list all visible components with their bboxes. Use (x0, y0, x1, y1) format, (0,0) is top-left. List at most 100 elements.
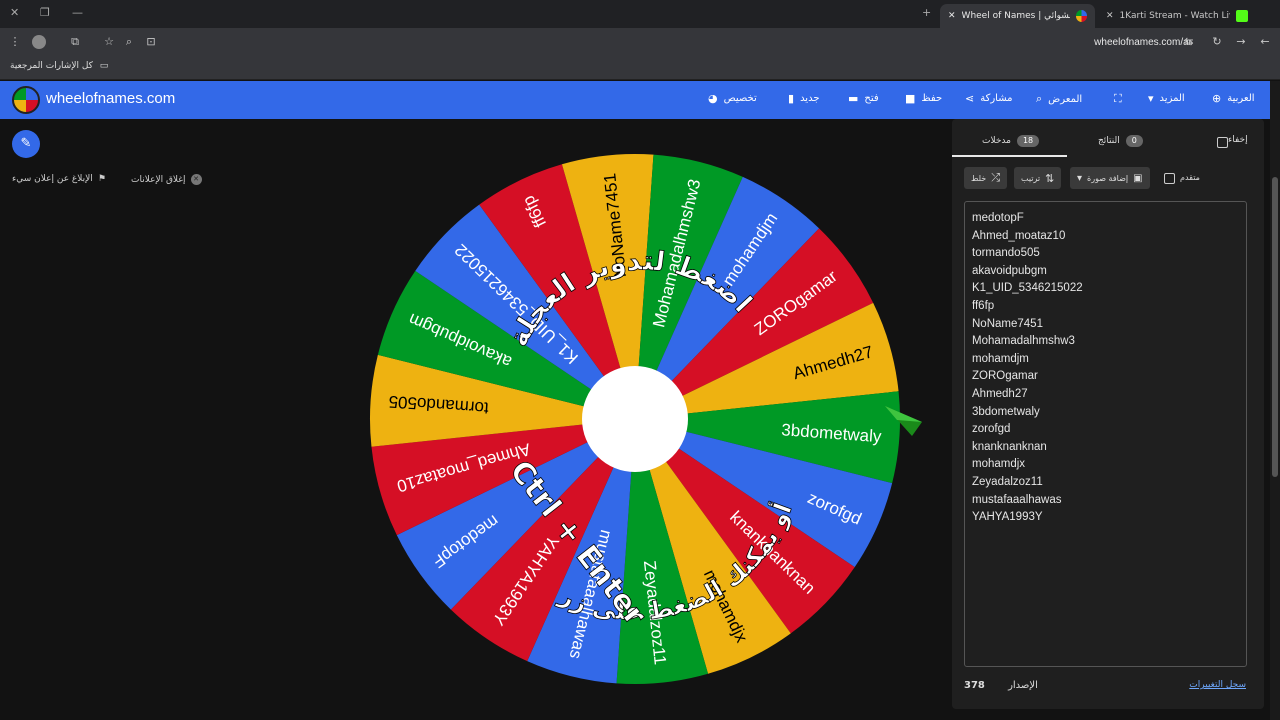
address-bar[interactable]: wheelofnames.com/ar (1094, 37, 1192, 48)
shuffle-button[interactable]: خلط ⤮ (964, 167, 1007, 189)
tab-entries[interactable]: مدخلات 18 (982, 135, 1040, 147)
close-circle-icon: ✕ (190, 174, 202, 185)
back-icon[interactable]: ← (1258, 35, 1272, 49)
profile-avatar[interactable] (32, 35, 46, 49)
reload-icon[interactable]: ↻ (1210, 35, 1224, 49)
tab-entries-label: مدخلات (982, 136, 1011, 146)
bookmarks-bar: كل الإشارات المرجعية ▭ (0, 56, 1280, 80)
sort-button[interactable]: ترتيب ⇅ (1014, 167, 1062, 189)
version-number: 378 (964, 680, 985, 691)
entry-line[interactable]: mohamdjm (972, 351, 1239, 369)
new-tab-icon[interactable]: + (922, 6, 931, 19)
page-scrollbar[interactable] (1270, 81, 1280, 720)
entry-line[interactable]: Ahmedh27 (972, 386, 1239, 404)
close-tab-icon[interactable]: ✕ (1106, 11, 1114, 21)
entry-line[interactable]: zorofgd (972, 421, 1239, 439)
entry-line[interactable]: ZOROgamar (972, 368, 1239, 386)
entry-line[interactable]: YAHYA1993Y (972, 509, 1239, 527)
report-ad-link[interactable]: الإبلاغ عن إعلان سيء ⚑ (12, 174, 106, 184)
minimize-window-icon[interactable]: — (72, 6, 83, 19)
brand-name[interactable]: wheelofnames.com (46, 90, 175, 107)
spin-wheel[interactable]: medotopFAhmed_moataz10tormando505akavoid… (355, 139, 935, 709)
entries-panel: مدخلات 18 النتائج 0 إخفاء خلط ⤮ ترتيب ⇅ … (952, 119, 1264, 709)
results-count-badge: 0 (1125, 135, 1143, 147)
entry-line[interactable]: medotopF (972, 210, 1239, 228)
save-icon: ■ (905, 92, 916, 105)
wheel-center-hub[interactable] (582, 366, 688, 472)
close-ads-link[interactable]: إغلاق الإعلانات ✕ (131, 174, 202, 185)
extensions-icon[interactable]: ⧉ (68, 35, 82, 49)
share-button[interactable]: ⋖ مشاركة (965, 92, 1013, 105)
share-icon: ⋖ (965, 92, 975, 105)
close-tab-icon[interactable]: ✕ (948, 11, 956, 21)
forward-icon[interactable]: → (1234, 35, 1248, 49)
entry-line[interactable]: tormando505 (972, 245, 1239, 263)
entries-textarea[interactable]: medotopF Ahmed_moataz10 tormando505 akavoid… (964, 201, 1247, 667)
entries-count-badge: 18 (1016, 135, 1040, 147)
flag-icon: ⚑ (97, 174, 106, 184)
entry-line[interactable]: mohamdjx (972, 456, 1239, 474)
open-button[interactable]: ▬ فتح (848, 92, 879, 105)
entry-line[interactable]: Mohamadalhmshw3 (972, 333, 1239, 351)
version-info: 378 الإصدار (964, 680, 1038, 691)
customize-button[interactable]: ◕ تخصيص (708, 92, 757, 105)
palette-icon: ◕ (708, 92, 718, 105)
site-settings-icon[interactable]: ⇆ (1182, 35, 1196, 49)
more-menu-button[interactable]: ▾ المزيد (1148, 92, 1185, 105)
wheel-logo-icon[interactable] (12, 86, 40, 114)
entry-line[interactable]: mustafaaalhawas (972, 492, 1239, 510)
entry-line[interactable]: knanknanknan (972, 439, 1239, 457)
scrollbar-thumb[interactable] (1272, 177, 1278, 477)
zoom-icon[interactable]: ⌕ (122, 35, 136, 49)
entry-line[interactable]: K1_UID_5346215022 (972, 280, 1239, 298)
add-image-label: إضافة صورة (1087, 173, 1129, 183)
language-button[interactable]: ⊕ العربية (1212, 92, 1255, 105)
menu-label: مشاركة (980, 93, 1013, 104)
image-icon: ▣ (1133, 172, 1143, 184)
restore-window-icon[interactable]: ❐ (40, 6, 50, 19)
tab-results[interactable]: النتائج 0 (1098, 135, 1143, 147)
advanced-checkbox[interactable] (1164, 173, 1175, 184)
file-icon: ▮ (788, 92, 795, 105)
menu-label: تخصيص (723, 93, 757, 104)
all-bookmarks-link[interactable]: كل الإشارات المرجعية ▭ (10, 61, 108, 71)
changelog-link[interactable]: سجل التغييرات (1189, 680, 1246, 690)
tab-results-label: النتائج (1098, 136, 1120, 146)
version-label: الإصدار (1008, 680, 1038, 691)
add-image-button[interactable]: ▾ إضافة صورة ▣ (1070, 167, 1150, 189)
gallery-button[interactable]: ⌕ المعرض (1036, 92, 1082, 106)
new-button[interactable]: ▮ جديد (788, 92, 820, 105)
translate-icon[interactable]: ⊡ (144, 35, 158, 49)
entry-line[interactable]: ff6fp (972, 298, 1239, 316)
pencil-icon: ✎ (20, 136, 32, 151)
fullscreen-button[interactable]: ⛶ (1114, 92, 1122, 106)
entry-line[interactable]: akavoidpubgm (972, 263, 1239, 281)
menu-label: المعرض (1048, 93, 1083, 105)
advanced-label[interactable]: متقدم (1180, 173, 1200, 182)
close-window-icon[interactable]: ✕ (10, 6, 19, 19)
entry-line[interactable]: NoName7451 (972, 316, 1239, 334)
hide-label: إخفاء (1228, 135, 1248, 145)
entry-line[interactable]: 3bdometwaly (972, 404, 1239, 422)
chevron-down-icon: ▾ (1148, 92, 1154, 105)
menu-label: جديد (800, 93, 820, 104)
hide-checkbox[interactable] (1217, 137, 1228, 148)
tab-title: Wheel of Names | اسم العشوائي (961, 11, 1070, 21)
bookmarks-label: كل الإشارات المرجعية (10, 61, 93, 71)
wheel-favicon-icon (1075, 10, 1087, 22)
shuffle-label: خلط (971, 173, 987, 183)
browser-tab-wheel[interactable]: ✕ Wheel of Names | اسم العشوائي (940, 4, 1095, 28)
browser-tab-kick[interactable]: ✕ 1Karti Stream - Watch Live on K (1098, 4, 1256, 28)
hide-toggle[interactable]: إخفاء (1228, 135, 1248, 145)
report-ad-label: الإبلاغ عن إعلان سيء (12, 174, 93, 184)
menu-label: حفظ (921, 93, 943, 104)
menu-dots-icon[interactable]: ⋮ (8, 35, 22, 49)
edit-pencil-button[interactable]: ✎ (12, 130, 40, 158)
app-header: wheelofnames.com ◕ تخصيص ▮ جديد ▬ فتح ■ … (0, 81, 1270, 119)
entry-line[interactable]: Zeyadalzoz11 (972, 474, 1239, 492)
globe-icon: ⊕ (1212, 92, 1222, 105)
save-button[interactable]: ■ حفظ (905, 92, 942, 105)
folder-icon: ▭ (99, 61, 109, 71)
bookmark-star-icon[interactable]: ☆ (102, 35, 116, 49)
entry-line[interactable]: Ahmed_moataz10 (972, 228, 1239, 246)
